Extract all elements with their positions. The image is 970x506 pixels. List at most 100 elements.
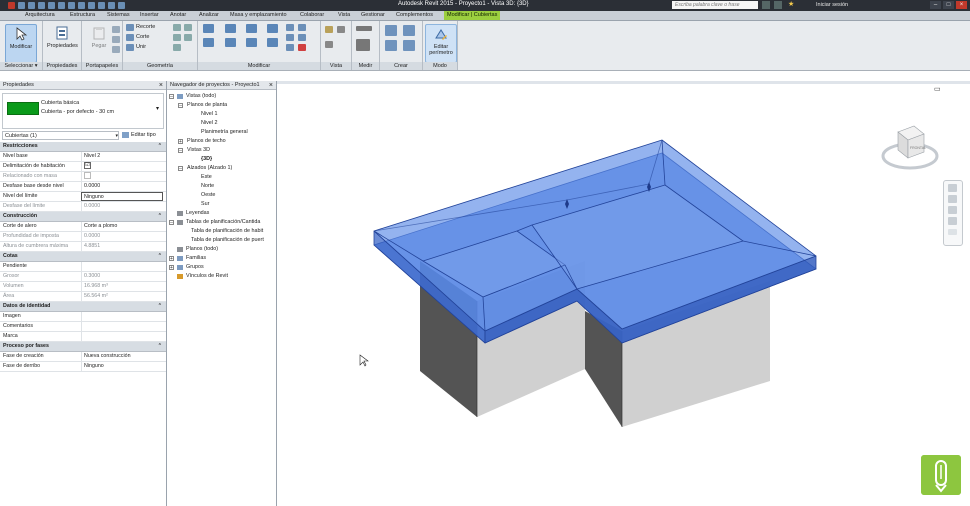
zoom-icon[interactable] — [948, 195, 957, 203]
tree-node-oeste[interactable]: Oeste — [167, 191, 276, 200]
join-label[interactable]: Unir — [136, 44, 146, 50]
edit-type-button[interactable]: Editar tipo — [122, 131, 156, 140]
property-row[interactable]: Comentarios — [0, 322, 166, 332]
property-row[interactable]: Fase de derribo Ninguno — [0, 362, 166, 372]
tree-node-alzados[interactable]: – Alzados (Alzado 1) — [167, 164, 276, 173]
copy-element-icon[interactable] — [225, 38, 236, 47]
tree-node-tabla-puertas[interactable]: Tabla de planificación de puert — [167, 236, 276, 245]
measure-distance-icon[interactable] — [356, 26, 372, 31]
instance-filter-select[interactable]: Cubiertas (1) ▾ — [2, 131, 119, 140]
modify-button[interactable]: Modificar — [5, 24, 37, 63]
tab-sistemas[interactable]: Sistemas — [107, 11, 130, 20]
collapse-icon[interactable]: ⌃ — [158, 342, 162, 351]
cut-geometry-icon[interactable] — [126, 34, 134, 41]
section-cotas[interactable]: Cotas ⌃ — [0, 252, 166, 262]
tree-node-leyendas[interactable]: Leyendas — [167, 209, 276, 218]
tab-colaborar[interactable]: Colaborar — [300, 11, 324, 20]
property-value[interactable]: Nivel 2 — [81, 152, 163, 161]
chevron-down-icon[interactable]: ▾ — [115, 132, 118, 140]
steering-wheel-icon[interactable] — [948, 184, 957, 192]
edit-footprint-button[interactable]: Editar perímetro — [425, 24, 457, 63]
zoom-region-icon[interactable] — [948, 206, 957, 214]
property-value[interactable] — [81, 262, 163, 271]
property-row[interactable]: Nivel del límite Ninguno — [0, 192, 166, 202]
remove-paint-icon[interactable] — [184, 34, 192, 41]
property-value[interactable] — [81, 322, 163, 331]
search-input[interactable]: Escriba palabra clave o frase — [672, 1, 758, 9]
mirror-axis-icon[interactable] — [246, 24, 257, 33]
room-bounding-checkbox[interactable]: ☑ — [84, 162, 91, 170]
property-row[interactable]: Pendiente — [0, 262, 166, 272]
property-row[interactable]: Desfase base desde nivel 0.0000 — [0, 182, 166, 192]
align-icon[interactable] — [203, 24, 214, 33]
chevron-down-icon[interactable]: ▾ — [156, 105, 159, 112]
print-icon[interactable] — [58, 2, 65, 9]
text-icon[interactable] — [78, 2, 85, 9]
create-parts-icon[interactable] — [385, 25, 397, 36]
save-icon[interactable] — [28, 2, 35, 9]
app-menu-icon[interactable] — [8, 2, 15, 9]
collapse-icon[interactable]: ⌃ — [158, 142, 162, 151]
subscription-icon[interactable] — [774, 1, 782, 9]
create-group-icon[interactable] — [403, 25, 415, 36]
property-row[interactable]: Nivel base Nivel 2 — [0, 152, 166, 162]
search-icon[interactable] — [762, 1, 770, 9]
collapse-icon[interactable]: ⌃ — [158, 302, 162, 311]
tab-insertar[interactable]: Insertar — [140, 11, 159, 20]
navbar-options-icon[interactable] — [948, 229, 957, 235]
collapse-toggle-icon[interactable]: – — [178, 103, 183, 109]
trim-extend-icon[interactable] — [267, 38, 278, 47]
cut-clipboard-icon[interactable] — [112, 26, 120, 33]
property-value[interactable]: ☑ — [81, 162, 163, 171]
minimize-button[interactable]: – — [930, 1, 941, 9]
tree-node-vistas[interactable]: – Vistas (todo) — [167, 92, 276, 101]
tree-node-grupos[interactable]: + Grupos — [167, 263, 276, 272]
type-selector[interactable]: Cubierta básica Cubierta - por defecto -… — [2, 93, 164, 129]
match-type-icon[interactable] — [112, 46, 120, 53]
undo-icon[interactable] — [38, 2, 45, 9]
tree-node-nivel-2[interactable]: Nivel 2 — [167, 119, 276, 128]
sign-in-link[interactable]: Iniciar sesión — [816, 2, 848, 8]
split-face-icon[interactable] — [173, 24, 181, 31]
tab-anotar[interactable]: Anotar — [170, 11, 186, 20]
mirror-draw-icon[interactable] — [267, 24, 278, 33]
split-icon[interactable] — [286, 24, 294, 31]
properties-button[interactable]: Propiedades — [47, 24, 78, 61]
expand-toggle-icon[interactable]: + — [169, 265, 174, 271]
tree-node-este[interactable]: Este — [167, 173, 276, 182]
pan-icon[interactable] — [948, 217, 957, 225]
property-value[interactable]: 0.0000 — [81, 182, 163, 191]
tree-node-vistas-3d[interactable]: – Vistas 3D — [167, 146, 276, 155]
section-icon[interactable] — [98, 2, 105, 9]
tree-node-vinculos[interactable]: Vínculos de Revit — [167, 272, 276, 281]
tree-node-planimetria[interactable]: Planimetría general — [167, 128, 276, 137]
close-browser-icon[interactable]: × — [269, 81, 273, 90]
paste-button[interactable]: Pegar — [84, 24, 114, 61]
pin-icon[interactable] — [298, 24, 306, 31]
offset-icon[interactable] — [225, 24, 236, 33]
create-assembly-icon[interactable] — [385, 40, 397, 51]
section-proceso-fases[interactable]: Proceso por fases ⌃ — [0, 342, 166, 352]
quick-access-toolbar[interactable] — [8, 1, 125, 10]
tree-node-3d-view[interactable]: {3D} — [167, 155, 276, 164]
collapse-icon[interactable]: ⌃ — [158, 252, 162, 261]
property-value[interactable] — [81, 312, 163, 321]
property-row[interactable]: Delimitación de habitación ☑ — [0, 162, 166, 172]
property-value[interactable]: Nueva construcción — [81, 352, 163, 361]
redo-icon[interactable] — [48, 2, 55, 9]
property-value[interactable]: Corte a plomo — [81, 222, 163, 231]
paint-icon[interactable] — [173, 34, 181, 41]
section-restricciones[interactable]: Restricciones ⌃ — [0, 142, 166, 152]
tree-node-sur[interactable]: Sur — [167, 200, 276, 209]
copy-icon[interactable] — [112, 36, 120, 43]
join-icon[interactable] — [126, 44, 134, 51]
tab-vista[interactable]: Vista — [338, 11, 350, 20]
property-value[interactable] — [81, 332, 163, 341]
wall-joins-icon[interactable] — [184, 24, 192, 31]
tab-masa-emplazamiento[interactable]: Masa y emplazamiento — [230, 11, 287, 20]
viewcube[interactable]: FRONTAL — [880, 118, 940, 176]
select-panel-label[interactable]: Seleccionar ▾ — [0, 62, 42, 70]
close-window-button[interactable]: × — [956, 1, 967, 9]
maximize-button[interactable]: □ — [943, 1, 954, 9]
cope-icon[interactable] — [126, 24, 134, 31]
